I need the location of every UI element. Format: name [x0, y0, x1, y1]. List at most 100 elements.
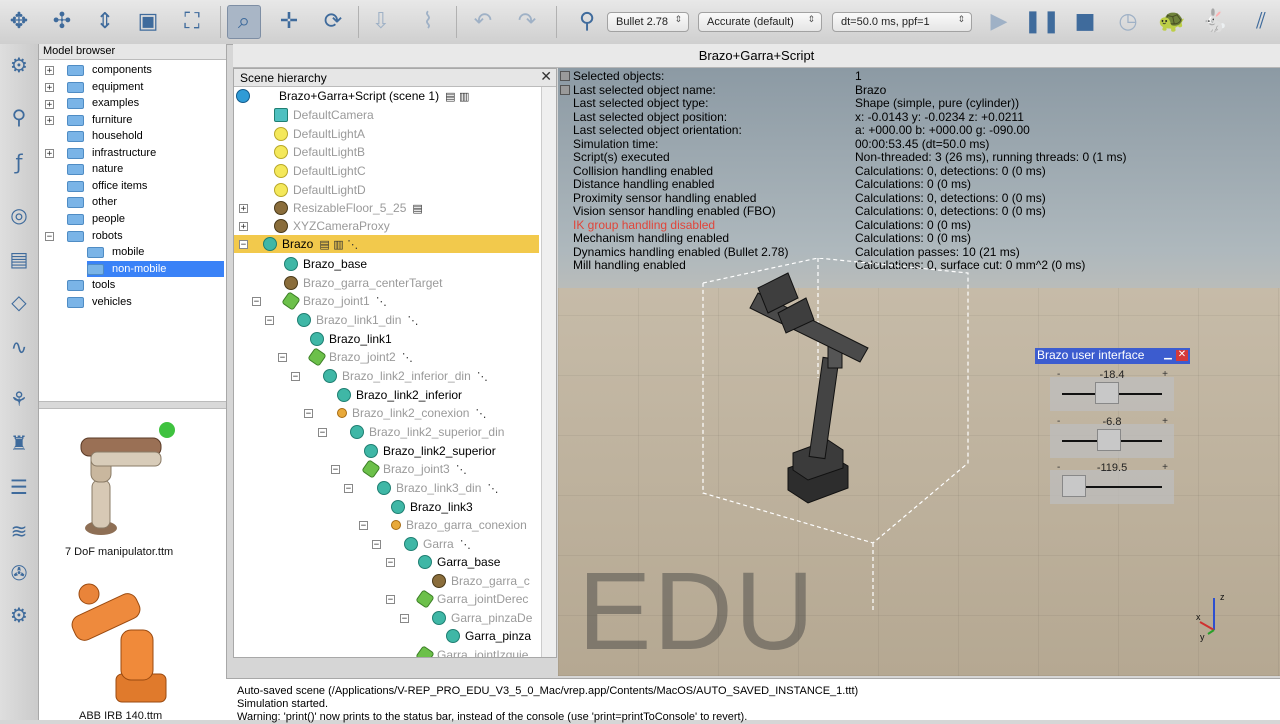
tree-item[interactable]: Brazo_link2_inferior_din ⋱	[323, 367, 488, 385]
expand-toggle[interactable]: +	[45, 116, 54, 126]
tree-item[interactable]: Brazo_link1	[310, 330, 392, 348]
slower-button[interactable]: 🐢	[1155, 5, 1189, 39]
collapse-toggle[interactable]: −	[265, 316, 274, 326]
tree-item[interactable]: Brazo_joint2 ⋱	[307, 347, 413, 367]
scene-hierarchy-toggle[interactable]: ☰	[4, 472, 34, 502]
stop-simulation-button[interactable]: ■	[1068, 5, 1102, 39]
folder-vehicles[interactable]: vehicles	[67, 294, 136, 310]
tree-item[interactable]: Brazo_garra_conexion	[391, 516, 527, 534]
user-settings-button[interactable]: ⚘	[4, 384, 34, 414]
scene-hierarchy-scrollbar[interactable]	[541, 87, 556, 657]
tree-item[interactable]: Brazo_base	[284, 255, 367, 273]
shapes-button[interactable]: ◇	[4, 287, 34, 317]
undo-button[interactable]: ↶	[466, 5, 500, 39]
verify-button[interactable]: ⚲	[570, 5, 604, 39]
faster-button[interactable]: 🐇	[1198, 5, 1232, 39]
folder-infrastructure[interactable]: infrastructure	[67, 145, 160, 161]
tree-item[interactable]: Brazo_link2_superior	[364, 442, 496, 460]
model-browser-toggle[interactable]: ♜	[4, 428, 34, 458]
calculation-modules-button[interactable]: ƒ	[4, 147, 34, 177]
paths-button[interactable]: ∿	[4, 332, 34, 362]
folder-office-items[interactable]: office items	[67, 178, 151, 194]
expand-toggle[interactable]: +	[45, 66, 54, 76]
physics-engine-select[interactable]: Bullet 2.78 ⇕	[607, 12, 689, 32]
expand-toggle[interactable]: +	[239, 222, 248, 232]
close-icon[interactable]: ✕	[1176, 350, 1188, 361]
rotate-camera-button[interactable]: ✣	[45, 5, 79, 39]
folder-furniture[interactable]: furniture	[67, 112, 136, 128]
thread-rendering-button[interactable]: ⫽	[1246, 5, 1276, 39]
tree-item[interactable]: Brazo_garra_centerTarget	[284, 274, 442, 292]
collapse-toggle[interactable]: −	[239, 239, 248, 249]
collapse-toggle[interactable]: −	[386, 595, 395, 605]
folder-non-mobile[interactable]: non-mobile	[87, 261, 224, 277]
magnifier-button[interactable]: ⚲	[4, 102, 34, 132]
tree-item[interactable]: Garra_pinza	[446, 627, 531, 645]
accuracy-select[interactable]: Accurate (default) ⇕	[698, 12, 822, 32]
expand-toggle[interactable]: +	[45, 83, 54, 93]
slider-2[interactable]: - -6.8 +	[1050, 416, 1174, 458]
scripts-button[interactable]: ▤	[4, 244, 34, 274]
info-toggle-box[interactable]	[560, 71, 570, 81]
tree-item[interactable]: Brazo_link3_din ⋱	[377, 479, 498, 497]
collapse-toggle[interactable]: −	[291, 372, 300, 382]
tree-item[interactable]: Garra ⋱	[404, 535, 471, 553]
slider-knob[interactable]	[1062, 475, 1086, 497]
tree-item[interactable]: Brazo_link3	[391, 498, 473, 516]
expand-toggle[interactable]: +	[239, 204, 248, 214]
collapse-toggle[interactable]: −	[278, 353, 287, 363]
collapse-toggle[interactable]: −	[252, 297, 261, 307]
simulation-settings-button[interactable]: ⚙	[4, 50, 34, 80]
tree-item[interactable]: Brazo_joint1 ⋱	[281, 291, 387, 311]
slider-knob[interactable]	[1095, 382, 1119, 404]
collections-button[interactable]: ◎	[4, 200, 34, 230]
close-icon[interactable]: ✕	[540, 69, 552, 85]
tree-item[interactable]: Garra_base	[418, 553, 500, 571]
assemble-button[interactable]: ⇩	[364, 5, 398, 39]
expand-toggle[interactable]: +	[45, 100, 54, 110]
fit-to-view-button[interactable]: ⛶	[175, 5, 209, 39]
tree-item[interactable]: DefaultLightA	[274, 125, 365, 143]
collapse-toggle[interactable]: −	[304, 409, 313, 419]
folder-mobile[interactable]: mobile	[87, 244, 148, 260]
layers-button[interactable]: ≋	[4, 516, 34, 546]
slider-1[interactable]: - -18.4 +	[1050, 369, 1174, 411]
collapse-toggle[interactable]: −	[372, 540, 381, 550]
collapse-toggle[interactable]: −	[331, 465, 340, 475]
camera-angle-button[interactable]: ▣	[131, 5, 165, 39]
object-rotate-button[interactable]: ⟳	[316, 5, 350, 39]
collapse-toggle[interactable]: −	[318, 428, 327, 438]
video-recorder-button[interactable]: ✇	[4, 558, 34, 588]
redo-button[interactable]: ↷	[510, 5, 544, 39]
start-simulation-button[interactable]: ▶	[982, 5, 1016, 39]
model-browser-splitter[interactable]	[39, 401, 226, 409]
tree-item[interactable]: Brazo_link2_superior_din	[350, 423, 504, 441]
tree-item[interactable]: ResizableFloor_5_25 ▤	[274, 199, 423, 217]
real-time-button[interactable]: ◷	[1111, 5, 1145, 39]
slider-3[interactable]: - -119.5 +	[1050, 462, 1174, 504]
thumbnail-abb-irb-140[interactable]	[61, 574, 181, 709]
folder-equipment[interactable]: equipment	[67, 79, 147, 95]
minimize-icon[interactable]: ▁	[1162, 350, 1174, 361]
folder-tools[interactable]: tools	[67, 277, 119, 293]
tree-item[interactable]: DefaultLightB	[274, 143, 365, 161]
info-toggle-box[interactable]	[560, 84, 570, 95]
collapse-toggle[interactable]: −	[359, 521, 368, 531]
thumbnail-7dof-manipulator[interactable]	[61, 410, 181, 540]
folder-people[interactable]: people	[67, 211, 129, 227]
tree-item-selected[interactable]: − Brazo ▤ ▥ ⋱	[234, 235, 539, 253]
scene-root[interactable]: Brazo+Garra+Script (scene 1) ▤ ▥	[236, 87, 469, 105]
folder-other[interactable]: other	[67, 194, 121, 210]
tree-item[interactable]: DefaultLightD	[274, 181, 366, 199]
tree-item[interactable]: Garra_jointDerec	[415, 589, 528, 609]
transfer-dna-button[interactable]: ⌇	[411, 5, 445, 39]
tree-item[interactable]: Garra_pinzaDe	[432, 609, 532, 627]
object-shift-button[interactable]: ✛	[272, 5, 306, 39]
move-camera-button[interactable]: ✥	[2, 5, 36, 39]
user-preferences-button[interactable]: ⚙	[4, 600, 34, 630]
collapse-toggle[interactable]: −	[45, 232, 54, 242]
tree-item[interactable]: Brazo_link1_din ⋱	[297, 311, 418, 329]
slider-knob[interactable]	[1097, 428, 1121, 451]
tree-item[interactable]: DefaultCamera	[274, 106, 374, 124]
collapse-toggle[interactable]: −	[344, 484, 353, 494]
